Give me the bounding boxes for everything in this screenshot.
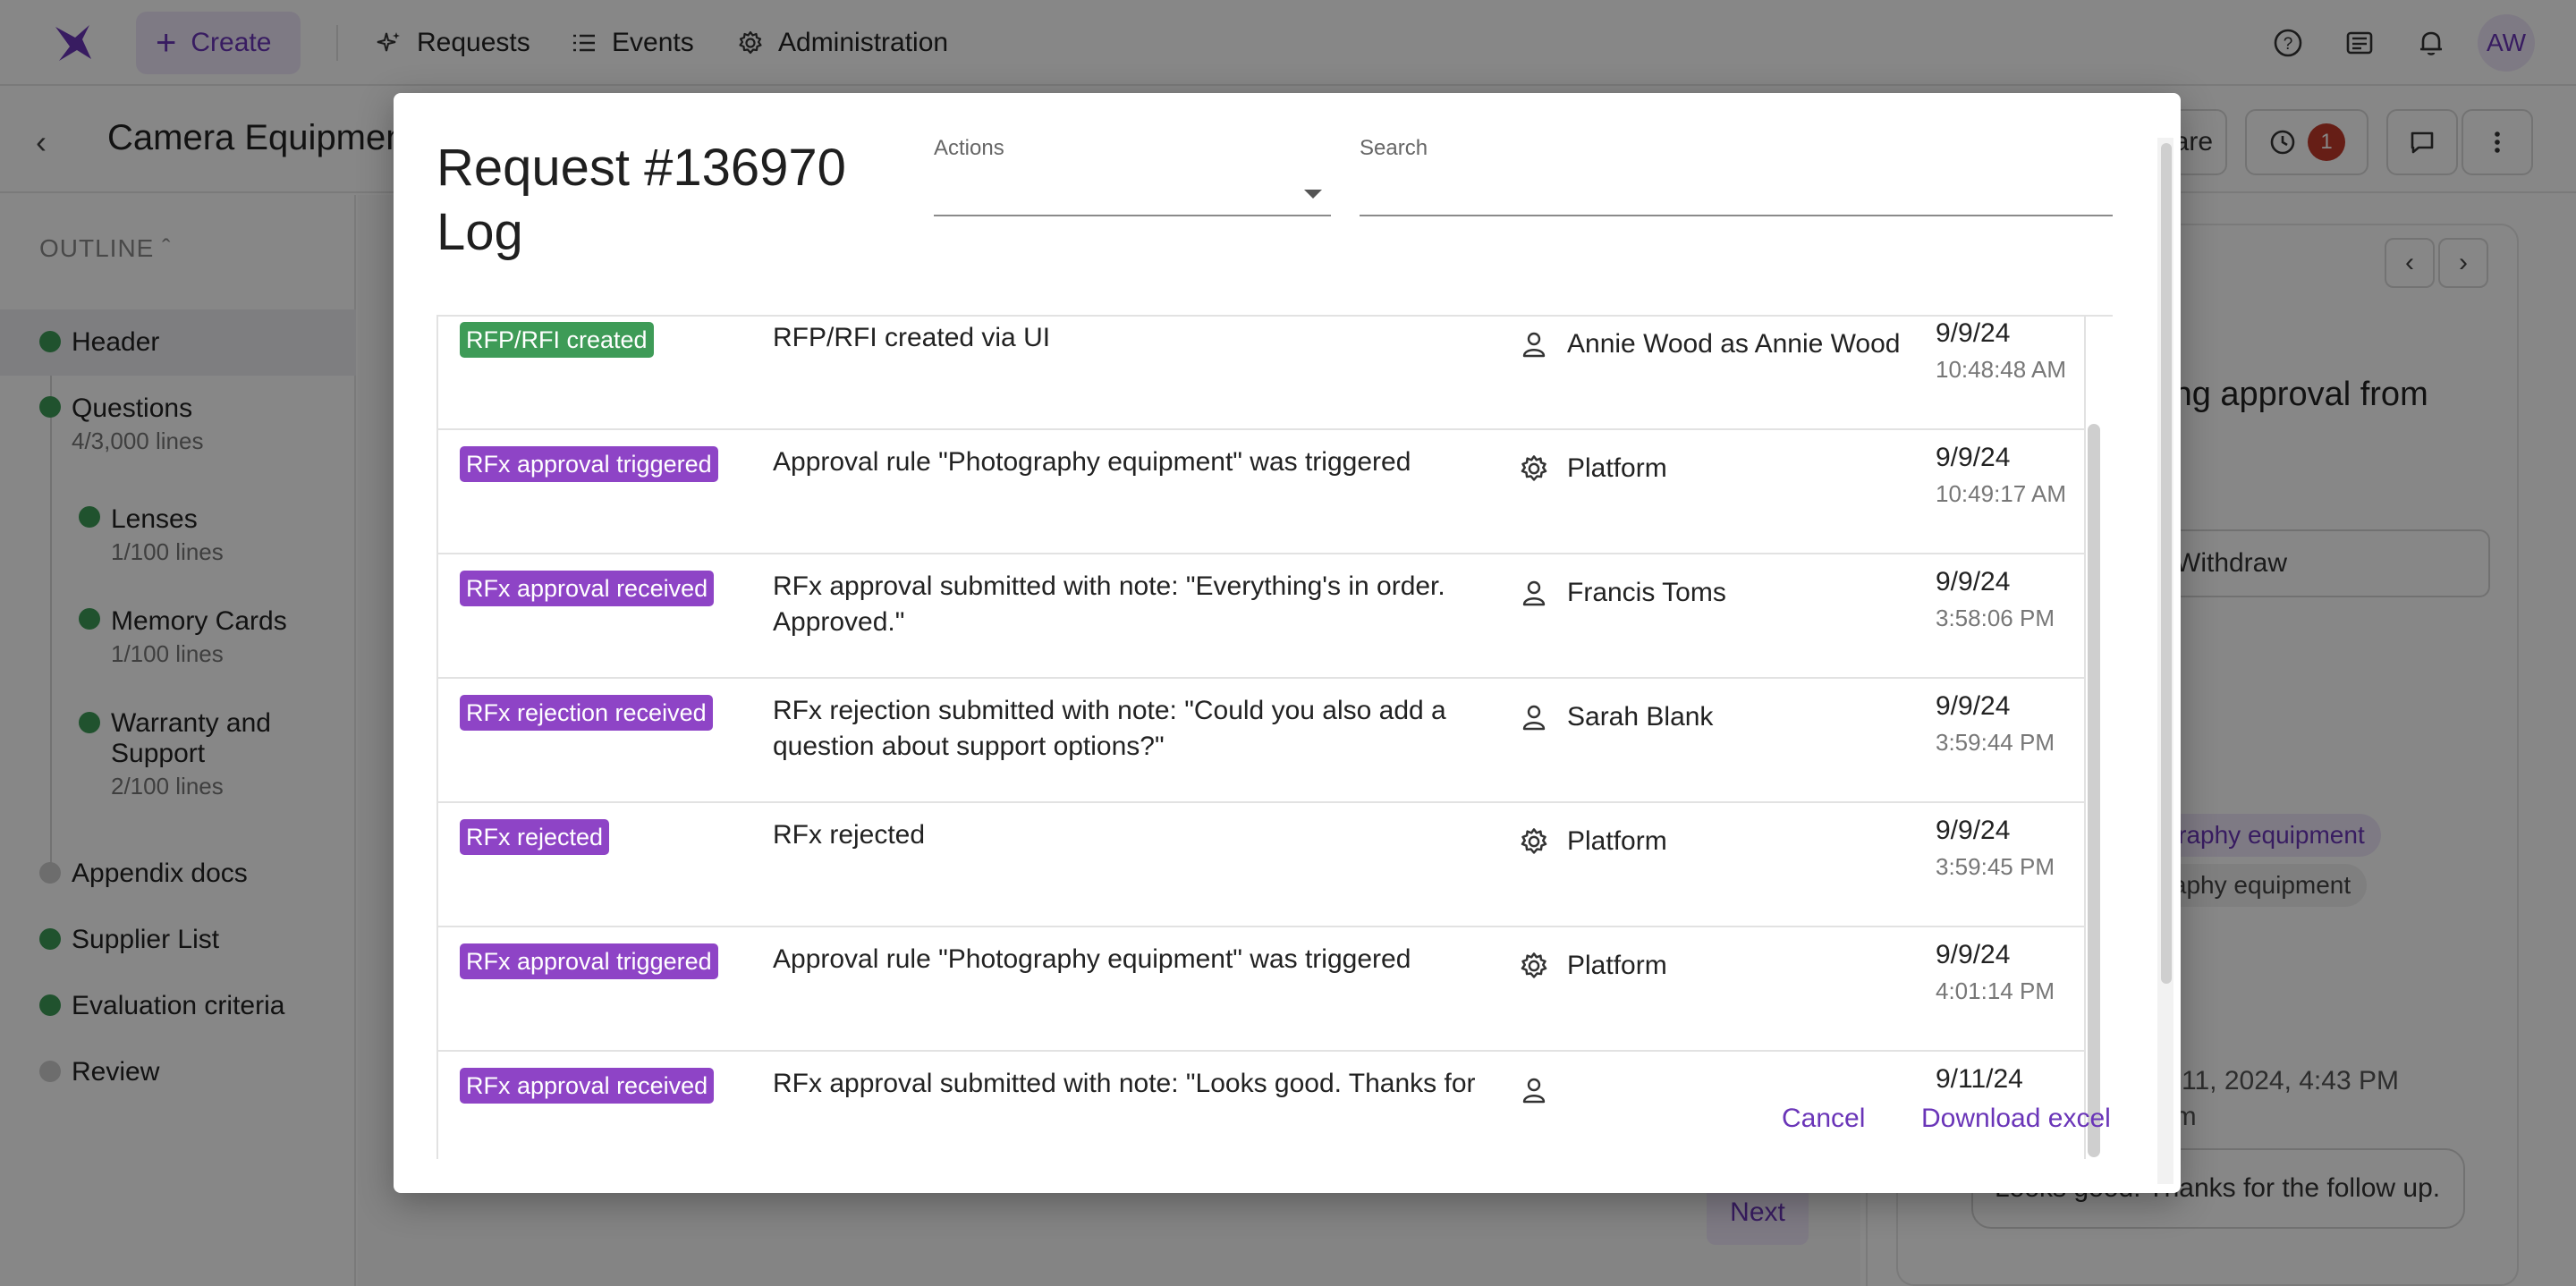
event-type-badge: RFx approval received [460, 571, 715, 606]
actor-name: Francis Toms [1567, 578, 1726, 607]
event-time: 3:59:45 PM [1936, 853, 2055, 880]
user-icon [1519, 329, 1549, 360]
log-row: RFx approval received RFx approval submit… [438, 554, 2086, 679]
event-date: 9/9/24 [1936, 318, 2011, 348]
event-actor: Platform [1519, 951, 1667, 981]
event-actor: Sarah Blank [1519, 702, 1713, 732]
event-actor: Platform [1519, 826, 1667, 857]
event-actor: Annie Wood as Annie Wood [1519, 329, 1900, 360]
event-type-badge: RFx approval received [460, 1068, 715, 1104]
event-description: RFx rejection submitted with note: "Coul… [773, 696, 1446, 761]
event-description: RFP/RFI created via UI [773, 323, 1051, 352]
event-actor [1519, 1075, 1567, 1105]
actor-name: Platform [1567, 826, 1667, 856]
event-description: Approval rule "Photography equipment" wa… [773, 447, 1411, 477]
event-description: RFx rejected [773, 820, 926, 850]
event-type-badge: RFx rejection received [460, 695, 713, 731]
download-excel-button[interactable]: Download excel [1921, 1104, 2111, 1134]
event-actor: Francis Toms [1519, 578, 1726, 608]
cancel-button[interactable]: Cancel [1782, 1104, 1865, 1134]
log-table-body: RFP/RFI created RFP/RFI created via UI Ann… [436, 317, 2086, 1159]
event-time: 3:59:44 PM [1936, 729, 2055, 756]
actions-label: Actions [934, 136, 1004, 160]
actor-name: Platform [1567, 453, 1667, 483]
actions-select[interactable] [934, 168, 1331, 216]
event-type-badge: RFP/RFI created [460, 322, 654, 358]
event-type-badge: RFx rejected [460, 819, 610, 855]
gear-icon [1519, 453, 1549, 484]
event-time: 3:58:06 PM [1936, 605, 2055, 631]
log-row: RFx rejection received RFx rejection subm… [438, 679, 2086, 803]
event-type-badge: RFx approval triggered [460, 943, 718, 979]
event-type-badge: RFx approval triggered [460, 446, 718, 482]
log-row: RFx approval triggered Approval rule "Pho… [438, 430, 2086, 554]
actor-name: Platform [1567, 951, 1667, 980]
gear-icon [1519, 951, 1549, 981]
gear-icon [1519, 826, 1549, 857]
actor-name: Annie Wood as Annie Wood [1567, 329, 1901, 359]
caret-down-icon [1304, 190, 1322, 199]
event-description: RFx approval submitted with note: "Every… [773, 571, 1445, 637]
event-date: 9/9/24 [1936, 691, 2011, 721]
log-row: RFx rejected RFx rejected Platform 9/9/24 3:… [438, 803, 2086, 927]
dialog-title: Request #136970 Log [436, 139, 846, 261]
event-description: Approval rule "Photography equipment" wa… [773, 944, 1411, 974]
event-description: RFx approval submitted with note: "Looks… [773, 1069, 1476, 1098]
search-input[interactable] [1360, 168, 2113, 216]
request-log-dialog: Request #136970 Log Actions Search RFP/R… [394, 93, 2181, 1193]
event-time: 10:49:17 AM [1936, 480, 2066, 507]
search-label: Search [1360, 136, 1428, 160]
user-icon [1519, 702, 1549, 732]
dialog-scrollbar[interactable] [2161, 143, 2172, 984]
actor-name: Sarah Blank [1567, 702, 1714, 732]
event-date: 9/9/24 [1936, 567, 2011, 596]
log-row: RFx approval triggered Approval rule "Pho… [438, 927, 2086, 1052]
event-time: 4:01:14 PM [1936, 977, 2055, 1004]
table-scrollbar[interactable] [2088, 424, 2100, 1157]
event-date: 9/9/24 [1936, 443, 2011, 472]
log-row: RFP/RFI created RFP/RFI created via UI Ann… [438, 317, 2086, 430]
event-date: 9/9/24 [1936, 816, 2011, 845]
event-date: 9/9/24 [1936, 940, 2011, 969]
event-date: 9/11/24 [1936, 1064, 2023, 1094]
event-actor: Platform [1519, 453, 1667, 484]
log-table: RFP/RFI created RFP/RFI created via UI Ann… [436, 315, 2113, 1159]
user-icon [1519, 578, 1549, 608]
user-icon [1519, 1075, 1549, 1105]
event-time: 10:48:48 AM [1936, 356, 2066, 383]
